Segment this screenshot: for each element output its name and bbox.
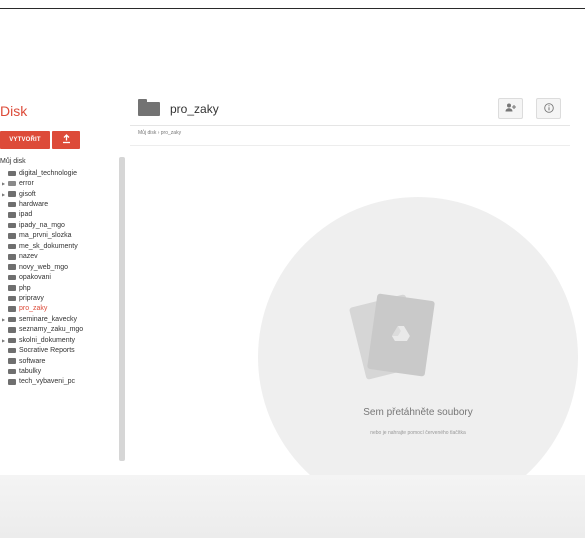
app-brand: Disk	[0, 103, 28, 119]
sidebar-folder-me-sk-dokumenty[interactable]: me_sk_dokumenty	[0, 241, 118, 251]
sidebar-item-label: tabulky	[19, 368, 42, 376]
sidebar-folder-ma-prvni-slozka[interactable]: ma_prvni_slozka	[0, 231, 118, 241]
sidebar-folder-seminare-kavecky[interactable]: ▶ seminare_kavecky	[0, 314, 118, 324]
sidebar-folder-tabulky[interactable]: tabulky	[0, 366, 118, 376]
folder-icon	[8, 337, 16, 343]
create-button[interactable]: VYTVOŘIT	[0, 131, 50, 149]
folder-icon	[8, 306, 16, 312]
sidebar-item-label: pripravy	[19, 294, 44, 302]
shared-folder-icon	[8, 180, 16, 187]
sidebar-item-label: software	[19, 357, 46, 365]
page-title: pro_zaky	[170, 102, 219, 116]
sidebar-item-label: me_sk_dokumenty	[19, 242, 78, 250]
folder-icon	[8, 368, 16, 375]
folder-icon	[8, 222, 16, 229]
expand-arrow-icon[interactable]: ▶	[2, 338, 5, 343]
sidebar-item-label: ipady_na_mgo	[19, 221, 65, 229]
details-button[interactable]	[536, 98, 561, 119]
document-front-illustration	[366, 293, 436, 377]
sidebar-item-label: php	[19, 284, 31, 292]
folder-icon	[138, 99, 160, 116]
folder-icon	[8, 212, 16, 218]
sidebar-item-label: tech_vybaveni_pc	[19, 378, 76, 386]
folder-icon	[8, 191, 16, 197]
upload-icon	[62, 133, 71, 147]
folder-icon	[8, 316, 16, 323]
drop-zone-subtitle: nebo je nahrajte pomocí červeného tlačít…	[370, 430, 466, 436]
current-folder-header: pro_zaky	[138, 99, 219, 118]
share-button[interactable]	[498, 98, 523, 119]
sidebar-item-label: seminare_kavecky	[19, 315, 77, 323]
sidebar-item-label: error	[19, 180, 34, 188]
sidebar-item-label: Socrative Reports	[19, 347, 75, 355]
sidebar-root-my-drive[interactable]: Můj disk	[0, 158, 26, 165]
sidebar-folder-pro-zaky[interactable]: pro_zaky	[0, 304, 118, 314]
sidebar-folder-digital-technologie[interactable]: digital_technologie	[0, 168, 118, 178]
sidebar-folder-error[interactable]: ▶ error	[0, 178, 118, 188]
expand-arrow-icon[interactable]: ▶	[2, 181, 5, 186]
add-person-icon	[505, 103, 517, 114]
sidebar-item-label: pro_zaky	[19, 305, 48, 313]
folder-icon	[8, 233, 16, 239]
folder-icon	[8, 274, 16, 281]
sidebar-item-label: ma_prvni_slozka	[19, 232, 72, 240]
sidebar-item-label: ipad	[19, 211, 33, 219]
folder-icon	[8, 243, 16, 250]
folder-icon	[8, 285, 16, 291]
sidebar-folder-gisoft[interactable]: ▶ gisoft	[0, 189, 118, 199]
folder-icon	[8, 254, 16, 260]
sidebar-item-label: novy_web_mgo	[19, 263, 69, 271]
sidebar-folder-opakovani[interactable]: opakovani	[0, 272, 118, 282]
sidebar-item-label: seznamy_zaku_mgo	[19, 326, 84, 334]
expand-arrow-icon[interactable]: ▶	[2, 317, 5, 322]
sidebar-folder-ipad[interactable]: ipad	[0, 210, 118, 220]
folder-icon	[8, 379, 16, 385]
sidebar-folder-tech-vybaveni-pc[interactable]: tech_vybaveni_pc	[0, 377, 118, 387]
sidebar-folder-skolni-dokumenty[interactable]: ▶ skolni_dokumenty	[0, 335, 118, 345]
sidebar-item-label: digital_technologie	[19, 169, 77, 177]
folder-icon	[8, 347, 16, 354]
top-border	[0, 8, 585, 9]
sidebar-folder-software[interactable]: software	[0, 356, 118, 366]
breadcrumb[interactable]: Můj disk › pro_zaky	[138, 130, 181, 136]
sidebar-folder-pripravy[interactable]: pripravy	[0, 293, 118, 303]
sidebar-folder-novy-web-mgo[interactable]: novy_web_mgo	[0, 262, 118, 272]
folder-icon	[8, 201, 16, 208]
sidebar-item-label: gisoft	[19, 190, 36, 198]
sidebar-scrollbar[interactable]	[119, 157, 125, 461]
info-icon	[543, 102, 554, 115]
sidebar-folder-php[interactable]: php	[0, 283, 118, 293]
folder-icon	[8, 295, 16, 302]
upload-button[interactable]	[52, 131, 80, 149]
sidebar-item-label: nazev	[19, 253, 38, 261]
sidebar-item-label: opakovani	[19, 274, 51, 282]
folder-icon	[8, 327, 16, 333]
folder-icon	[8, 358, 16, 364]
bottom-bar	[0, 475, 585, 538]
sidebar-item-label: skolni_dokumenty	[19, 336, 76, 344]
expand-arrow-icon[interactable]: ▶	[2, 192, 5, 197]
sidebar-folder-socrative-reports[interactable]: Socrative Reports	[0, 345, 118, 355]
sidebar-item-label: hardware	[19, 201, 49, 209]
drop-zone-title: Sem přetáhněte soubory	[363, 407, 473, 418]
folder-icon	[8, 264, 16, 270]
breadcrumb-divider	[130, 145, 570, 146]
drive-logo-icon	[392, 325, 410, 346]
sidebar-folder-nazev[interactable]: nazev	[0, 252, 118, 262]
folder-icon	[8, 170, 16, 176]
folder-tree: digital_technologie ▶ error ▶ gisoft hardware…	[0, 168, 118, 387]
sidebar-folder-seznamy-zaku-mgo[interactable]: seznamy_zaku_mgo	[0, 325, 118, 335]
sidebar-folder-hardware[interactable]: hardware	[0, 199, 118, 209]
sidebar-folder-ipady-na-mgo[interactable]: ipady_na_mgo	[0, 220, 118, 230]
header-divider	[130, 125, 570, 126]
